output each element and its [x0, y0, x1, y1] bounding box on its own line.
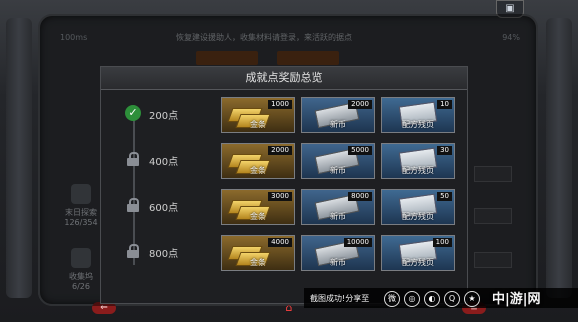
reward-cash[interactable]: 10000 新币	[301, 235, 375, 271]
check-icon: ✓	[125, 105, 141, 121]
lock-icon	[127, 244, 139, 258]
reward-cash[interactable]: 2000 新币	[301, 97, 375, 133]
qzone-icon[interactable]: ★	[464, 291, 480, 307]
reward-blueprint[interactable]: 100 配方残页	[381, 235, 455, 271]
moments-icon[interactable]: ◐	[424, 291, 440, 307]
reward-name: 金条	[250, 212, 266, 221]
reward-quantity: 5000	[348, 146, 372, 155]
reward-gold[interactable]: 2000 金条	[221, 143, 295, 179]
reward-name: 金条	[250, 120, 266, 129]
reward-quantity: 100	[432, 238, 452, 247]
reward-name: 新币	[330, 258, 346, 267]
reward-quantity: 2000	[268, 146, 292, 155]
reward-quantity: 30	[437, 146, 452, 155]
reward-name: 配方残页	[402, 212, 434, 221]
reward-row: ✓ 200点 1000 金条 2000 新币 10 配方残页	[101, 95, 467, 135]
reward-row: 600点 3000 金条 8000 新币 50 配方残页	[101, 187, 467, 227]
reward-gold[interactable]: 1000 金条	[221, 97, 295, 133]
reward-name: 金条	[250, 258, 266, 267]
reward-cash[interactable]: 8000 新币	[301, 189, 375, 225]
points-label: 400点	[149, 157, 179, 168]
reward-quantity: 3000	[268, 192, 292, 201]
reward-name: 新币	[330, 212, 346, 221]
reward-name: 新币	[330, 166, 346, 175]
reward-blueprint[interactable]: 10 配方残页	[381, 97, 455, 133]
reward-gold[interactable]: 4000 金条	[221, 235, 295, 271]
reward-blueprint[interactable]: 50 配方残页	[381, 189, 455, 225]
reward-quantity: 10000	[343, 238, 372, 247]
reward-name: 金条	[250, 166, 266, 175]
reward-row: 400点 2000 金条 5000 新币 30 配方残页	[101, 141, 467, 181]
reward-name: 配方残页	[402, 166, 434, 175]
points-label: 800点	[149, 249, 179, 260]
reward-quantity: 10	[437, 100, 452, 109]
weibo-icon[interactable]: 微	[384, 291, 400, 307]
reward-blueprint[interactable]: 30 配方残页	[381, 143, 455, 179]
watermark-logo: 中|游|网	[492, 292, 541, 307]
points-label: 600点	[149, 203, 179, 214]
share-label: 截图成功!分享至	[310, 294, 370, 303]
reward-quantity: 8000	[348, 192, 372, 201]
reward-quantity: 2000	[348, 100, 372, 109]
wechat-icon[interactable]: ◎	[404, 291, 420, 307]
reward-gold[interactable]: 3000 金条	[221, 189, 295, 225]
reward-name: 配方残页	[402, 120, 434, 129]
lock-icon	[127, 152, 139, 166]
modal-title: 成就点奖励总览	[101, 67, 467, 90]
points-label: 200点	[149, 111, 179, 122]
reward-row: 800点 4000 金条 10000 新币 100 配方残页	[101, 233, 467, 273]
reward-quantity: 4000	[268, 238, 292, 247]
reward-quantity: 50	[437, 192, 452, 201]
reward-name: 新币	[330, 120, 346, 129]
frame-left-rail	[6, 18, 32, 298]
reward-overview-modal: 成就点奖励总览 ✓ 200点 1000 金条 2000 新币 10 配方残页 4…	[100, 66, 468, 304]
reward-name: 配方残页	[402, 258, 434, 267]
reward-quantity: 1000	[268, 100, 292, 109]
reward-cash[interactable]: 5000 新币	[301, 143, 375, 179]
frame-right-rail	[546, 18, 572, 298]
lock-icon	[127, 198, 139, 212]
qq-icon[interactable]: Q	[444, 291, 460, 307]
